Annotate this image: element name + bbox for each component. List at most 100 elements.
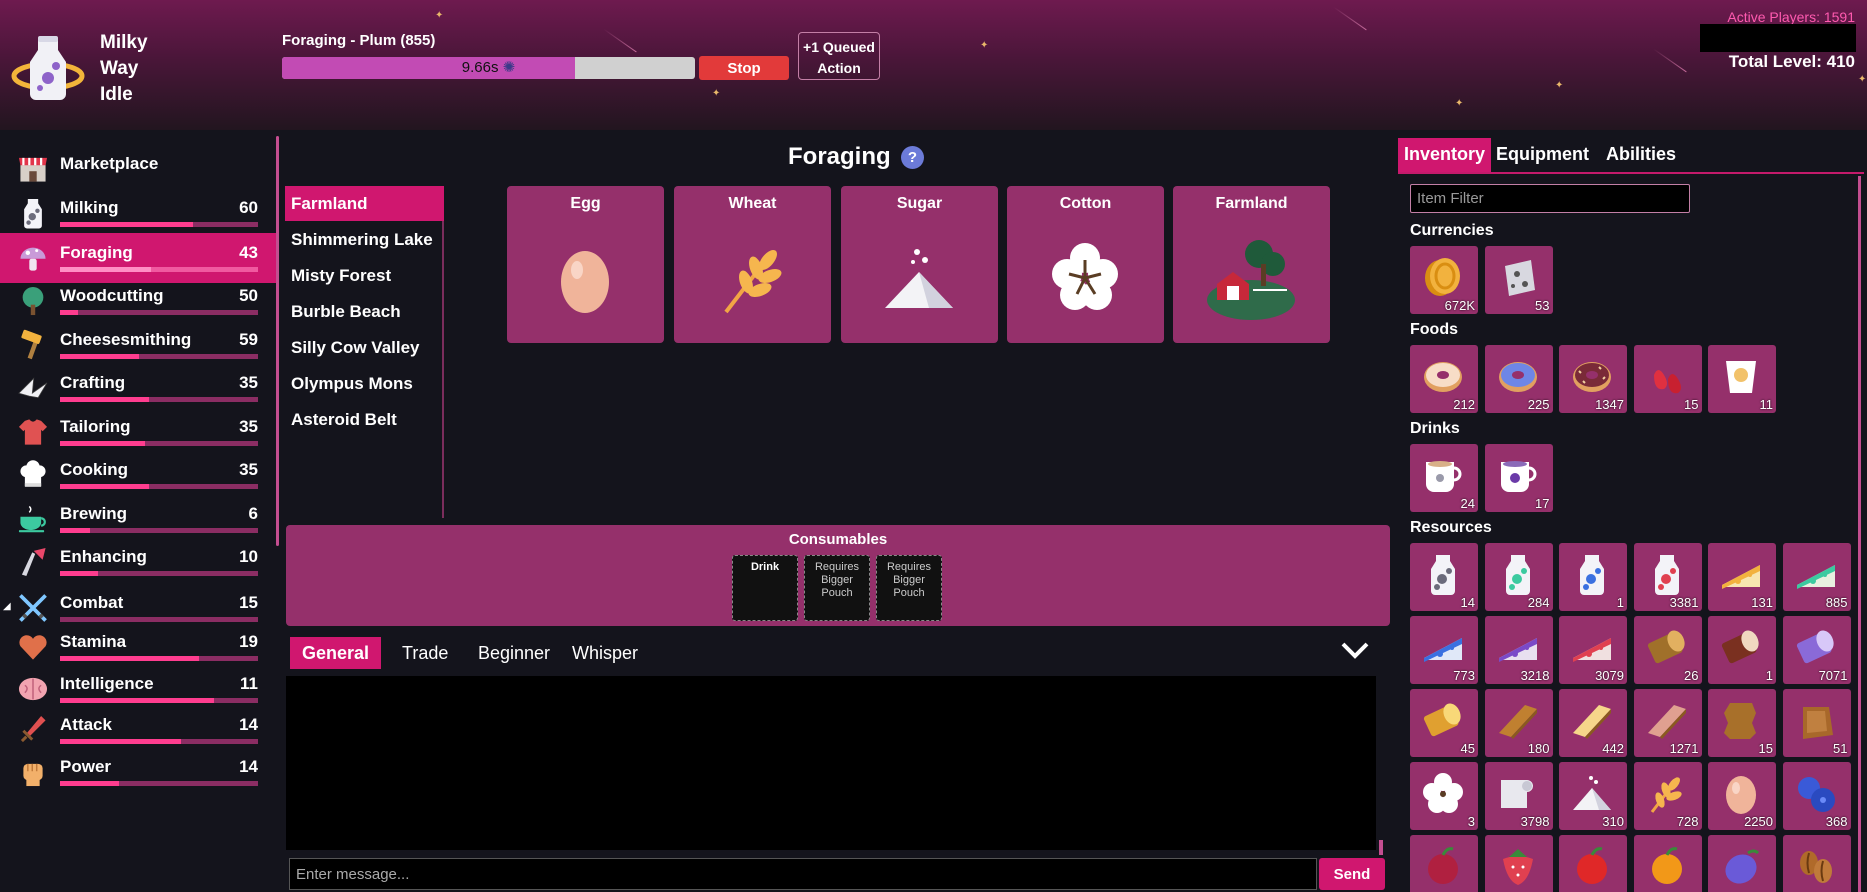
action-tile-wheat[interactable]: Wheat: [674, 186, 831, 343]
sidebar-scrollbar[interactable]: [276, 136, 279, 546]
zone-item-misty-forest[interactable]: Misty Forest: [285, 258, 444, 293]
inventory-item[interactable]: 773: [1410, 616, 1478, 684]
inventory-item[interactable]: 180: [1484, 689, 1553, 757]
inventory-item[interactable]: 3381: [1633, 543, 1702, 611]
item-count: 885: [1825, 595, 1848, 610]
inventory-item[interactable]: 14: [1410, 543, 1478, 611]
inventory-item[interactable]: 131: [1708, 543, 1776, 611]
zone-item-burble-beach[interactable]: Burble Beach: [285, 294, 444, 329]
inventory-item[interactable]: 1: [1559, 543, 1627, 611]
inventory-item[interactable]: 17: [1484, 444, 1553, 512]
sidebar-item-cooking[interactable]: Cooking 35: [0, 450, 276, 500]
skill-xp-bar: [60, 354, 258, 359]
inventory-item[interactable]: 728: [1633, 762, 1702, 830]
mushroom-icon: [16, 241, 50, 275]
gold-coin-icon: [1420, 254, 1466, 300]
inventory-item[interactable]: 24: [1410, 444, 1478, 512]
queued-action-button[interactable]: +1 Queued Action: [798, 32, 880, 80]
inventory-item[interactable]: [1484, 835, 1553, 892]
sidebar-item-crafting[interactable]: Crafting 35: [0, 363, 276, 413]
fist-icon: [16, 755, 50, 789]
chat-tab-general[interactable]: General: [290, 637, 382, 669]
category-title-currencies: Currencies: [1410, 222, 1494, 239]
inventory-item[interactable]: [1559, 835, 1627, 892]
skill-xp-bar: [60, 739, 258, 744]
sugar-icon: [885, 249, 953, 308]
inventory-item[interactable]: 225: [1484, 345, 1553, 413]
sidebar-item-marketplace[interactable]: Marketplace: [0, 144, 276, 194]
zone-item-shimmering-lake[interactable]: Shimmering Lake: [285, 222, 444, 257]
tab-equipment[interactable]: Equipment: [1490, 138, 1595, 172]
inventory-item[interactable]: 672K: [1410, 246, 1478, 314]
inventory-item[interactable]: 26: [1633, 616, 1702, 684]
inventory-item[interactable]: 3: [1410, 762, 1478, 830]
chat-tab-whisper[interactable]: Whisper: [560, 637, 650, 669]
inventory-item[interactable]: 51: [1782, 689, 1851, 757]
sidebar-item-woodcutting[interactable]: Woodcutting 50: [0, 276, 276, 326]
zone-item-farmland[interactable]: Farmland: [285, 186, 444, 221]
tab-abilities[interactable]: Abilities: [1600, 138, 1682, 172]
item-count: 24: [1460, 496, 1475, 511]
help-icon[interactable]: ?: [901, 146, 924, 169]
tab-inventory[interactable]: Inventory: [1398, 138, 1492, 172]
inventory-item[interactable]: 2250: [1708, 762, 1776, 830]
inventory-item[interactable]: 442: [1559, 689, 1627, 757]
verdant-milk-icon: [1495, 551, 1541, 597]
inventory-item[interactable]: 1347: [1559, 345, 1627, 413]
action-tile-sugar[interactable]: Sugar: [841, 186, 998, 343]
action-tile-farmland[interactable]: Farmland: [1173, 186, 1330, 343]
inventory-item[interactable]: 15: [1708, 689, 1776, 757]
action-tile-cotton[interactable]: Cotton: [1007, 186, 1164, 343]
sidebar-item-milking[interactable]: Milking 60: [0, 188, 276, 238]
inventory-item[interactable]: 7071: [1782, 616, 1851, 684]
zone-item-olympus-mons[interactable]: Olympus Mons: [285, 366, 444, 401]
inventory-item[interactable]: 212: [1410, 345, 1478, 413]
item-filter-input[interactable]: [1410, 184, 1690, 213]
inventory-item[interactable]: 15: [1633, 345, 1702, 413]
stop-button[interactable]: Stop: [699, 56, 789, 80]
sidebar-item-label: Crafting: [60, 373, 126, 392]
plum-icon: [1718, 843, 1764, 889]
inventory-item[interactable]: 3218: [1484, 616, 1553, 684]
sidebar-item-enhancing[interactable]: Enhancing 10: [0, 537, 276, 587]
zone-item-silly-cow-valley[interactable]: Silly Cow Valley: [285, 330, 444, 365]
sidebar-item-label: Tailoring: [60, 417, 131, 436]
item-count: 14: [1460, 595, 1475, 610]
skill-level: 10: [239, 547, 258, 566]
inventory-item[interactable]: 310: [1559, 762, 1627, 830]
sidebar-item-label: Marketplace: [60, 154, 159, 173]
inventory-item[interactable]: 885: [1782, 543, 1851, 611]
sidebar-item-power[interactable]: Power 14: [0, 747, 276, 797]
inventory-scrollbar[interactable]: [1858, 176, 1861, 892]
inventory-item[interactable]: [1410, 835, 1478, 892]
chevron-down-icon[interactable]: [1340, 638, 1370, 662]
inventory-item[interactable]: 3079: [1559, 616, 1627, 684]
inventory-item[interactable]: 53: [1484, 246, 1553, 314]
inventory-item[interactable]: 3798: [1484, 762, 1553, 830]
crossed-swords-icon: [16, 591, 50, 625]
inventory-item[interactable]: [1782, 835, 1851, 892]
inventory-item[interactable]: 284: [1484, 543, 1553, 611]
inventory-item[interactable]: 1271: [1633, 689, 1702, 757]
cotton-icon: [1420, 770, 1466, 816]
chat-scrollbar[interactable]: [1379, 840, 1383, 855]
chat-messages[interactable]: [286, 676, 1376, 850]
player-name-box[interactable]: [1700, 24, 1856, 52]
action-tile-egg[interactable]: Egg: [507, 186, 664, 343]
inventory-item[interactable]: 368: [1782, 762, 1851, 830]
inventory-item[interactable]: [1633, 835, 1702, 892]
chat-message-input[interactable]: [289, 858, 1317, 890]
inventory-item[interactable]: 11: [1708, 345, 1776, 413]
milk-tea-icon: [1420, 452, 1466, 498]
send-button[interactable]: Send: [1319, 858, 1385, 890]
drink-slot[interactable]: Drink: [732, 555, 798, 621]
locked-slot[interactable]: Requires Bigger Pouch: [804, 555, 870, 621]
expand-triangle-icon[interactable]: ◢: [3, 601, 11, 612]
chat-tab-beginner[interactable]: Beginner: [466, 637, 562, 669]
chat-tab-trade[interactable]: Trade: [390, 637, 460, 669]
inventory-item[interactable]: 45: [1410, 689, 1478, 757]
inventory-item[interactable]: 1: [1708, 616, 1776, 684]
locked-slot[interactable]: Requires Bigger Pouch: [876, 555, 942, 621]
inventory-item[interactable]: [1708, 835, 1776, 892]
zone-item-asteroid-belt[interactable]: Asteroid Belt: [285, 402, 444, 437]
